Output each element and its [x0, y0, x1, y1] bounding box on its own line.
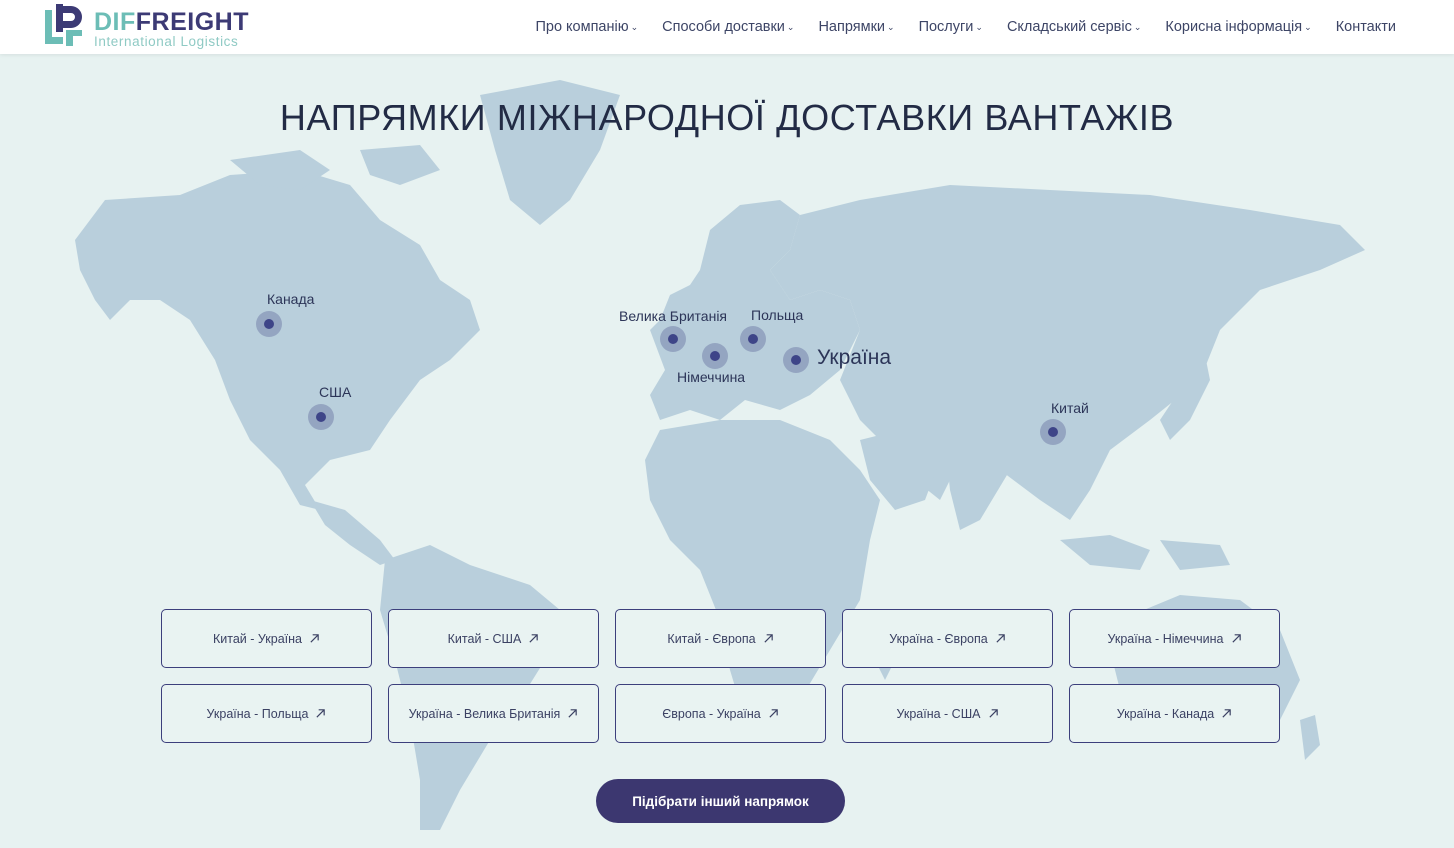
arrow-up-right-icon: [316, 709, 326, 718]
nav-item-warehouse[interactable]: Складський сервіс ⌄: [1007, 19, 1141, 35]
arrow-up-right-icon: [988, 709, 998, 718]
choose-other-route-button[interactable]: Підібрати інший напрямок: [596, 779, 845, 823]
map-marker-uk[interactable]: [660, 326, 686, 352]
main-nav: Про компанію ⌄ Способи доставки ⌄ Напрямки…: [535, 0, 1396, 54]
routes-grid: Китай - Україна Китай - США Китай - Євро…: [161, 609, 1280, 743]
arrow-up-right-icon: [1231, 634, 1241, 643]
route-button-ukraine-germany[interactable]: Україна - Німеччина: [1069, 609, 1280, 668]
nav-item-about[interactable]: Про компанію ⌄: [535, 19, 638, 35]
map-marker-china[interactable]: [1040, 419, 1066, 445]
route-button-china-usa[interactable]: Китай - США: [388, 609, 599, 668]
route-button-ukraine-canada[interactable]: Україна - Канада: [1069, 684, 1280, 743]
route-button-china-ukraine[interactable]: Китай - Україна: [161, 609, 372, 668]
map-marker-ukraine[interactable]: [783, 347, 809, 373]
arrow-up-right-icon: [763, 634, 773, 643]
arrow-up-right-icon: [310, 634, 319, 643]
chevron-down-icon: ⌄: [630, 21, 639, 32]
marker-label-ukraine: Україна: [817, 346, 892, 369]
logo[interactable]: DIFFREIGHT International Logistics: [44, 4, 274, 50]
map-marker-poland[interactable]: [740, 326, 766, 352]
map-marker-canada[interactable]: [256, 311, 282, 337]
marker-label-uk: Велика Британія: [619, 308, 728, 324]
arrow-up-right-icon: [996, 634, 1005, 643]
logo-brand: DIFFREIGHT: [94, 8, 249, 36]
marker-label-germany: Німеччина: [677, 369, 746, 385]
arrow-up-right-icon: [769, 709, 778, 718]
nav-item-contacts[interactable]: Контакти: [1336, 19, 1396, 35]
nav-item-services[interactable]: Послуги ⌄: [919, 19, 983, 35]
chevron-down-icon: ⌄: [786, 21, 795, 32]
route-button-europe-ukraine[interactable]: Європа - Україна: [615, 684, 826, 743]
marker-label-poland: Польща: [751, 307, 804, 323]
nav-item-directions[interactable]: Напрямки ⌄: [818, 19, 894, 35]
site-header: DIFFREIGHT International Logistics Про к…: [0, 0, 1454, 54]
marker-label-usa: США: [319, 384, 352, 400]
route-button-ukraine-europe[interactable]: Україна - Європа: [842, 609, 1053, 668]
chevron-down-icon: ⌄: [887, 21, 895, 32]
nav-item-delivery-methods[interactable]: Способи доставки ⌄: [662, 19, 794, 35]
marker-label-china: Китай: [1051, 400, 1089, 416]
chevron-down-icon: ⌄: [1133, 21, 1142, 32]
logo-icon: [45, 4, 82, 46]
page-title: НАПРЯМКИ МІЖНАРОДНОЇ ДОСТАВКИ ВАНТАЖІВ: [279, 97, 1175, 138]
map-marker-germany[interactable]: [702, 343, 728, 369]
marker-label-canada: Канада: [267, 291, 315, 307]
arrow-up-right-icon: [568, 709, 578, 718]
chevron-down-icon: ⌄: [1304, 21, 1312, 32]
logo-tagline: International Logistics: [94, 34, 239, 49]
map-marker-usa[interactable]: [308, 404, 334, 430]
nav-item-useful-info[interactable]: Корисна інформація ⌄: [1165, 19, 1311, 35]
chevron-down-icon: ⌄: [975, 21, 983, 32]
arrow-up-right-icon: [1222, 709, 1232, 718]
arrow-up-right-icon: [529, 634, 539, 643]
route-button-china-europe[interactable]: Китай - Європа: [615, 609, 826, 668]
route-button-ukraine-poland[interactable]: Україна - Польща: [161, 684, 372, 743]
route-button-ukraine-uk[interactable]: Україна - Велика Британія: [388, 684, 599, 743]
route-button-ukraine-usa[interactable]: Україна - США: [842, 684, 1053, 743]
